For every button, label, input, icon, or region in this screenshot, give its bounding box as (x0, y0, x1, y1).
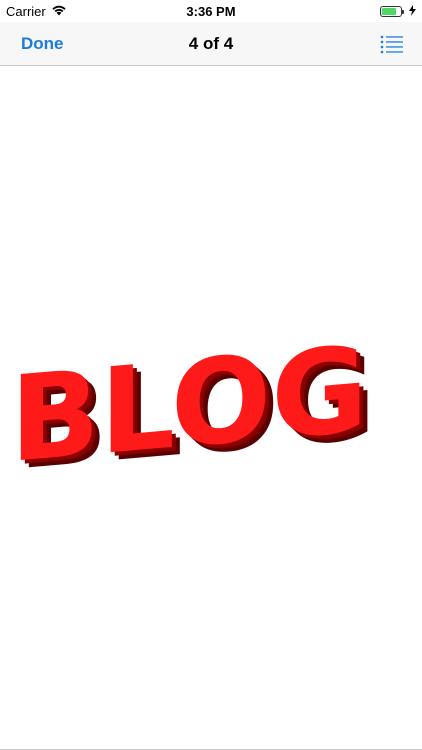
status-left: Carrier (6, 4, 67, 19)
status-right (380, 4, 416, 19)
battery-icon (380, 5, 404, 17)
carrier-label: Carrier (6, 3, 46, 19)
battery-fill (382, 7, 396, 15)
status-bar: Carrier 3:36 PM (0, 0, 422, 22)
blog-image[interactable]: BLOG BLOG BLOG (6, 311, 406, 521)
done-button[interactable]: Done (21, 22, 64, 66)
charging-icon (409, 4, 416, 19)
navigation-bar: Done 4 of 4 (0, 22, 422, 66)
image-viewer: BLOG BLOG BLOG (0, 66, 422, 750)
list-icon[interactable] (380, 34, 404, 54)
wifi-icon (51, 4, 67, 19)
